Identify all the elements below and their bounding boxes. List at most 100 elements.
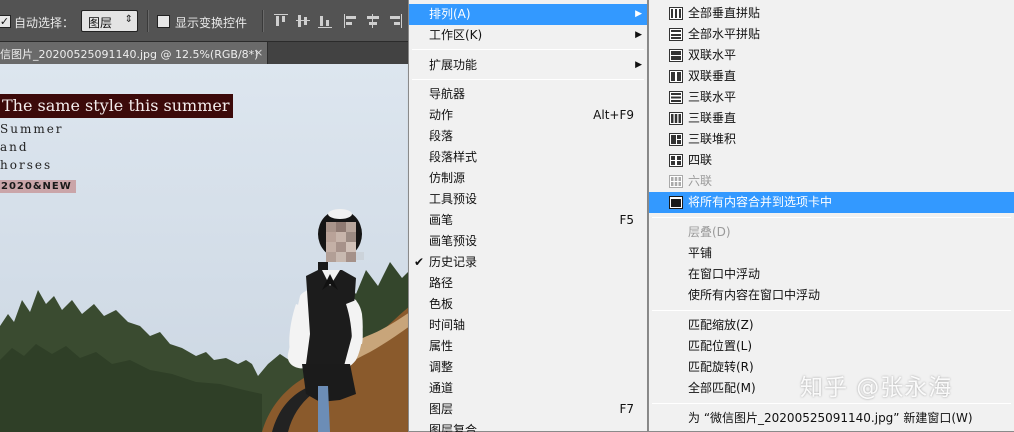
menu-item-label: 历史记录 <box>429 255 478 269</box>
menu-item-arrange[interactable]: 排列(A) ▶ <box>409 4 647 25</box>
three-up-vertical-icon <box>669 112 683 125</box>
menu-item-adjustments[interactable]: 调整 <box>409 357 647 378</box>
menu-item-label: 仿制源 <box>429 171 466 185</box>
menu-item-paragraph-styles[interactable]: 段落样式 <box>409 147 647 168</box>
menu-item-tool-presets[interactable]: 工具预设 <box>409 189 647 210</box>
submenu-item-match-zoom[interactable]: 匹配缩放(Z) <box>649 315 1014 336</box>
menu-item-channels[interactable]: 通道 <box>409 378 647 399</box>
submenu-item-two-up-horizontal[interactable]: 双联水平 <box>649 45 1014 66</box>
menu-item-label: 段落样式 <box>429 150 478 164</box>
menu-item-actions[interactable]: 动作 Alt+F9 <box>409 105 647 126</box>
submenu-item-cascade: 层叠(D) <box>649 222 1014 243</box>
consolidate-tabs-icon <box>669 196 683 209</box>
menu-item-timeline[interactable]: 时间轴 <box>409 315 647 336</box>
six-up-icon <box>669 175 683 188</box>
align-horizontal-centers-icon[interactable] <box>366 14 380 28</box>
menu-item-label: 段落 <box>429 129 454 143</box>
three-up-horizontal-icon <box>669 91 683 104</box>
menu-item-properties[interactable]: 属性 <box>409 336 647 357</box>
menu-item-label: 图层 <box>429 402 454 416</box>
menu-item-label: 调整 <box>429 360 454 374</box>
submenu-item-label: 全部垂直拼贴 <box>688 6 761 20</box>
two-up-horizontal-icon <box>669 49 683 62</box>
menu-item-shortcut: F5 <box>619 213 634 227</box>
menu-separator <box>652 217 1011 218</box>
menu-item-label: 扩展功能 <box>429 58 478 72</box>
submenu-item-tile[interactable]: 平铺 <box>649 243 1014 264</box>
align-left-edges-icon[interactable] <box>344 14 358 28</box>
options-bar: ✓ 自动选择： 图层 ⇕ 显示变换控件 <box>0 0 410 42</box>
close-tab-icon[interactable]: × <box>254 46 263 59</box>
submenu-item-six-up: 六联 <box>649 171 1014 192</box>
submenu-item-float-all-in-windows[interactable]: 使所有内容在窗口中浮动 <box>649 285 1014 306</box>
menu-item-layers[interactable]: 图层 F7 <box>409 399 647 420</box>
menu-item-paragraph[interactable]: 段落 <box>409 126 647 147</box>
menu-separator <box>652 310 1011 311</box>
menu-item-label: 图层复合 <box>429 423 478 432</box>
menu-item-clone-source[interactable]: 仿制源 <box>409 168 647 189</box>
submenu-item-label: 双联垂直 <box>688 69 737 83</box>
menu-item-swatches[interactable]: 色板 <box>409 294 647 315</box>
align-vertical-centers-icon[interactable] <box>296 14 310 28</box>
submenu-item-label: 匹配位置(L) <box>688 339 753 353</box>
tile-horizontal-icon <box>669 28 683 41</box>
menu-separator <box>652 403 1011 404</box>
submenu-item-three-up-stacked[interactable]: 三联堆积 <box>649 129 1014 150</box>
menu-item-history[interactable]: ✔ 历史记录 <box>409 252 647 273</box>
submenu-item-label: 为 “微信图片_20200525091140.jpg” 新建窗口(W) <box>688 411 973 425</box>
submenu-item-three-up-vertical[interactable]: 三联垂直 <box>649 108 1014 129</box>
submenu-item-label: 全部水平拼贴 <box>688 27 761 41</box>
menu-item-shortcut: F7 <box>619 402 634 416</box>
zhihu-watermark: 知乎 @张永海 <box>800 375 953 401</box>
menu-item-label: 属性 <box>429 339 454 353</box>
submenu-item-label: 四联 <box>688 153 713 167</box>
menu-item-label: 工具预设 <box>429 192 478 206</box>
align-top-edges-icon[interactable] <box>274 14 288 28</box>
submenu-item-match-location[interactable]: 匹配位置(L) <box>649 336 1014 357</box>
dropdown-arrows-icon: ⇕ <box>124 14 133 25</box>
submenu-item-label: 三联垂直 <box>688 111 737 125</box>
window-menu: 排列(A) ▶ 工作区(K) ▶ 扩展功能 ▶ 导航器 动作 Alt+F9 段落… <box>408 0 648 432</box>
photo-title-overlay: The same style this summer <box>0 94 234 118</box>
photo-year-badge: 2020&NEW <box>0 180 76 193</box>
submenu-arrow-icon: ▶ <box>635 9 642 19</box>
menu-item-brush[interactable]: 画笔 F5 <box>409 210 647 231</box>
document-tab-bar: 信图片_20200525091140.jpg @ 12.5%(RGB/8*) × <box>0 42 410 64</box>
photo-line-and: and <box>0 140 29 154</box>
two-up-vertical-icon <box>669 70 683 83</box>
menu-item-extensions[interactable]: 扩展功能 ▶ <box>409 55 647 76</box>
menu-item-label: 路径 <box>429 276 454 290</box>
submenu-item-two-up-vertical[interactable]: 双联垂直 <box>649 66 1014 87</box>
submenu-item-label: 三联水平 <box>688 90 737 104</box>
menu-item-layer-comps[interactable]: 图层复合 <box>409 420 647 432</box>
submenu-item-four-up[interactable]: 四联 <box>649 150 1014 171</box>
align-bottom-edges-icon[interactable] <box>318 14 332 28</box>
submenu-item-tile-all-vertically[interactable]: 全部垂直拼贴 <box>649 3 1014 24</box>
four-up-icon <box>669 154 683 167</box>
menu-item-paths[interactable]: 路径 <box>409 273 647 294</box>
checkmark-icon: ✔ <box>414 255 425 269</box>
menu-item-navigator[interactable]: 导航器 <box>409 84 647 105</box>
toolbar-divider <box>262 10 263 32</box>
menu-item-label: 导航器 <box>429 87 466 101</box>
submenu-item-label: 全部匹配(M) <box>688 381 756 395</box>
auto-select-checkbox[interactable]: ✓ <box>0 15 11 28</box>
submenu-item-new-window[interactable]: 为 “微信图片_20200525091140.jpg” 新建窗口(W) <box>649 408 1014 429</box>
photo-line-summer: Summer <box>0 122 64 136</box>
show-transform-label: 显示变换控件 <box>175 16 248 30</box>
submenu-item-consolidate-all-to-tabs[interactable]: 将所有内容合并到选项卡中 <box>649 192 1014 213</box>
menu-item-label: 画笔预设 <box>429 234 478 248</box>
submenu-item-float-in-window[interactable]: 在窗口中浮动 <box>649 264 1014 285</box>
submenu-item-tile-all-horizontally[interactable]: 全部水平拼贴 <box>649 24 1014 45</box>
menu-item-shortcut: Alt+F9 <box>593 108 634 122</box>
menu-item-workspace[interactable]: 工作区(K) ▶ <box>409 25 647 46</box>
auto-select-target-dropdown[interactable]: 图层 ⇕ <box>81 10 138 32</box>
show-transform-checkbox[interactable] <box>157 15 170 28</box>
submenu-item-three-up-horizontal[interactable]: 三联水平 <box>649 87 1014 108</box>
align-right-edges-icon[interactable] <box>388 14 402 28</box>
menu-item-brush-presets[interactable]: 画笔预设 <box>409 231 647 252</box>
document-canvas[interactable]: The same style this summer Summer and ho… <box>0 64 410 432</box>
document-tab[interactable]: 信图片_20200525091140.jpg @ 12.5%(RGB/8*) × <box>0 42 268 64</box>
submenu-item-label: 匹配缩放(Z) <box>688 318 754 332</box>
menu-separator <box>412 79 644 80</box>
